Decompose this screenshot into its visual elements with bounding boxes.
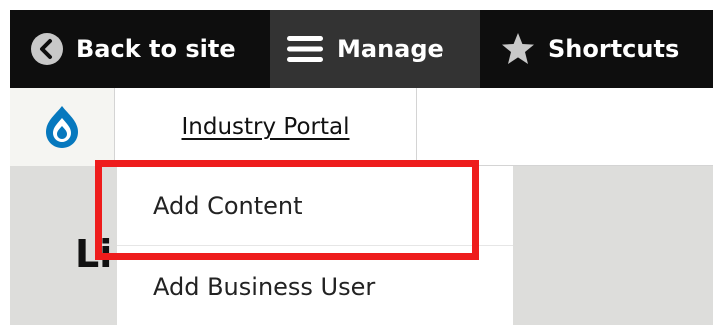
shortcuts-label: Shortcuts [548, 35, 680, 63]
admin-tray: Industry Portal [10, 88, 713, 166]
star-icon [502, 33, 534, 64]
drupal-drop-logo [46, 106, 78, 148]
highlight-box [95, 160, 479, 260]
manage-tab[interactable]: Manage [270, 10, 480, 88]
home-logo-link[interactable] [10, 88, 115, 166]
shortcuts-tab[interactable]: Shortcuts [480, 10, 713, 88]
hamburger-menu-icon [287, 36, 323, 62]
admin-toolbar: Back to site Manage Shortcuts [10, 10, 713, 88]
industry-portal-item: Industry Portal [115, 88, 417, 166]
back-to-site-link[interactable]: Back to site [10, 10, 270, 88]
industry-portal-link[interactable]: Industry Portal [182, 114, 350, 140]
back-to-site-label: Back to site [76, 35, 236, 63]
manage-label: Manage [337, 35, 444, 63]
chevron-left-circle-icon [31, 33, 63, 65]
